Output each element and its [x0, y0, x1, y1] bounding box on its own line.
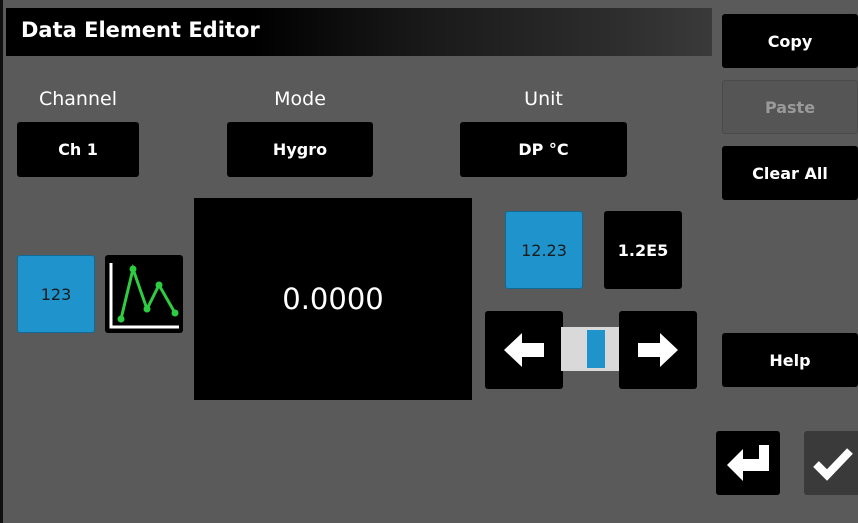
- mode-value: Hygro: [272, 140, 328, 159]
- channel-label: Channel: [38, 88, 117, 110]
- increase-resolution-button[interactable]: [619, 311, 697, 389]
- unit-value: DP °C: [518, 140, 569, 159]
- line-graph-icon: [109, 263, 179, 329]
- clear-all-label: Clear All: [752, 163, 828, 183]
- title-bar: Data Element Editor: [6, 8, 712, 56]
- reading-value: 0.0000: [282, 282, 384, 316]
- return-arrow-icon: [727, 445, 769, 481]
- arrow-left-icon: [504, 333, 544, 367]
- channel-value: Ch 1: [58, 140, 98, 159]
- paste-label: Paste: [764, 97, 816, 117]
- window-title: Data Element Editor: [21, 18, 260, 42]
- graph-display-button[interactable]: [105, 255, 183, 333]
- copy-button[interactable]: Copy: [722, 14, 858, 68]
- scientific-format-button[interactable]: 1.2E5: [604, 211, 682, 289]
- unit-selector[interactable]: DP °C: [460, 122, 627, 177]
- mode-label: Mode: [274, 88, 326, 110]
- decimal-format-button[interactable]: 12.23: [505, 211, 583, 289]
- copy-label: Copy: [767, 31, 813, 51]
- screen: Data Element Editor Channel Mode Unit Ch…: [0, 0, 858, 523]
- resolution-slider-thumb[interactable]: [587, 330, 605, 368]
- help-label: Help: [769, 350, 811, 370]
- back-button[interactable]: [716, 431, 780, 495]
- checkmark-icon: [812, 448, 853, 481]
- decimal-format-label: 12.23: [521, 240, 567, 260]
- mode-selector[interactable]: Hygro: [227, 122, 373, 177]
- paste-button[interactable]: Paste: [722, 80, 858, 134]
- channel-selector[interactable]: Ch 1: [17, 122, 139, 177]
- help-button[interactable]: Help: [722, 333, 858, 387]
- reading-display: 0.0000: [194, 198, 472, 400]
- arrow-right-icon: [638, 333, 678, 367]
- unit-label: Unit: [524, 88, 563, 110]
- scientific-format-label: 1.2E5: [617, 240, 669, 260]
- clear-all-button[interactable]: Clear All: [722, 146, 858, 200]
- decrease-resolution-button[interactable]: [485, 311, 563, 389]
- numeric-display-button[interactable]: 123: [17, 255, 95, 333]
- numeric-display-label: 123: [40, 284, 72, 304]
- accept-button[interactable]: [804, 431, 858, 495]
